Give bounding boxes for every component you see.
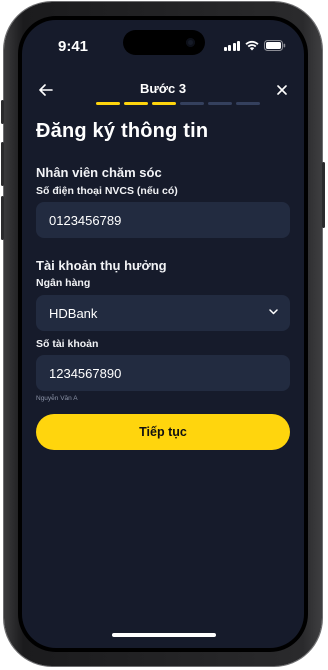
signal-icon [223,41,240,51]
step-title: Bước 3 [139,81,187,96]
bank-label: Ngân hàng [36,277,91,289]
step-segment-3 [152,102,176,105]
care-staff-section-title: Nhân viên chăm sóc [36,165,162,180]
dynamic-island [123,30,205,55]
staff-phone-value: 0123456789 [49,212,122,228]
power-button [322,162,325,228]
app-screen: 9:41 Bước 3 Đăng ký thông tin Nhân viên … [22,20,304,648]
step-segment-5 [208,102,232,105]
bank-select-value: HDBank [49,305,98,321]
staff-phone-label: Số điện thoại NVCS (nếu có) [36,185,178,197]
account-number-label: Số tài khoản [36,338,99,350]
battery-icon [264,40,286,51]
close-icon [277,85,287,95]
staff-phone-input[interactable]: 0123456789 [36,202,290,238]
step-segment-4 [180,102,204,105]
step-progress [96,102,260,105]
volume-down-button [1,196,4,240]
step-segment-2 [124,102,148,105]
close-button[interactable] [272,80,292,100]
account-holder-name: Nguyễn Văn A [36,395,78,402]
phone-bezel: 9:41 Bước 3 Đăng ký thông tin Nhân viên … [18,16,308,652]
continue-button[interactable]: Tiếp tục [36,414,290,450]
step-segment-6 [236,102,260,105]
step-segment-1 [96,102,120,105]
action-button [1,100,4,124]
status-icons [223,40,287,51]
step-header: Bước 3 [22,74,304,114]
account-number-input[interactable]: 1234567890 [36,355,290,391]
account-number-value: 1234567890 [49,365,122,381]
wifi-icon [245,40,259,51]
status-time: 9:41 [58,38,89,55]
phone-frame: 9:41 Bước 3 Đăng ký thông tin Nhân viên … [1,2,325,666]
page-title: Đăng ký thông tin [36,120,209,142]
home-indicator [112,633,216,637]
volume-up-button [1,142,4,186]
camera-icon [186,38,195,47]
beneficiary-section-title: Tài khoản thụ hưởng [36,258,167,273]
chevron-down-icon [269,309,278,315]
bank-select[interactable]: HDBank [36,295,290,331]
